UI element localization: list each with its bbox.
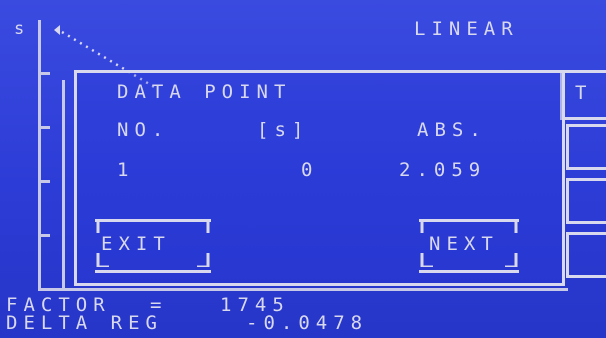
side-tab-1[interactable]: T [560,70,606,120]
row-time-value: 0 [301,159,319,181]
plot-y-axis [38,20,41,290]
data-point-dialog: DATA POINT NO. [s] ABS. 1 0 2.059 EXIT N… [74,70,565,286]
exit-button-label: EXIT [101,233,171,255]
row-abs-value: 2.059 [399,159,487,181]
column-header-no: NO. [117,119,170,141]
delta-reg-label: DELTA REG [6,312,163,334]
row-no-value: 1 [117,159,135,181]
column-header-time: [s] [257,119,310,141]
dialog-title: DATA POINT [117,81,292,103]
plot-y-tick [38,180,50,183]
plot-frame-bottom [38,288,568,291]
instrument-screen: s LINEAR T DATA POINT NO. [s] ABS. 1 0 2… [0,0,606,338]
plot-y-tick [38,234,50,237]
next-button-label: NEXT [429,233,499,255]
plot-y-tick [38,126,50,129]
y-axis-unit-label: s [14,19,25,39]
delta-reg-value: -0.0478 [246,312,369,334]
column-header-abs: ABS. [417,119,487,141]
next-button[interactable]: NEXT [419,219,519,273]
trace-marker-icon [54,25,60,35]
side-tab-3[interactable] [566,178,606,224]
exit-button[interactable]: EXIT [95,219,211,273]
plot-frame-left [62,80,65,290]
side-tab-4[interactable] [566,232,606,278]
mode-label: LINEAR [414,18,519,40]
side-tab-label: T [575,82,593,104]
side-tab-2[interactable] [566,124,606,170]
